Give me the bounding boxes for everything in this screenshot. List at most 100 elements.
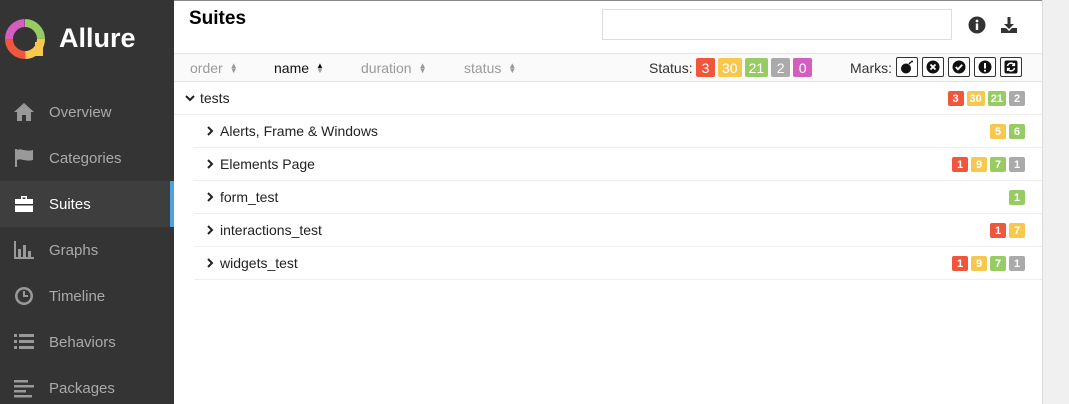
broken-count-badge: 5 bbox=[990, 124, 1006, 139]
list-icon bbox=[12, 332, 36, 352]
clock-icon bbox=[12, 286, 36, 306]
status-filter-label: Status: bbox=[649, 60, 693, 76]
sort-duration[interactable]: duration ▲ ▼ bbox=[361, 60, 427, 76]
sort-arrows-icon: ▲ ▼ bbox=[508, 61, 517, 75]
broken-count-badge: 30 bbox=[966, 91, 985, 106]
status-badges: 1 bbox=[1006, 190, 1025, 205]
new-broken-icon[interactable] bbox=[974, 57, 996, 77]
suites-tree: tests 3 30 21 2 Alerts, Frame & Windows … bbox=[174, 82, 1042, 280]
new-failed-icon[interactable] bbox=[922, 57, 944, 77]
sidebar-item-packages[interactable]: Packages bbox=[0, 365, 174, 404]
new-passed-icon[interactable] bbox=[948, 57, 970, 77]
home-icon bbox=[12, 102, 36, 122]
sidebar-item-label: Behaviors bbox=[49, 333, 116, 351]
bar-chart-icon bbox=[12, 240, 36, 260]
search-input[interactable] bbox=[602, 9, 952, 40]
tree-item-elements-page[interactable]: Elements Page 1 9 7 1 bbox=[194, 148, 1042, 181]
chevron-right-icon bbox=[204, 158, 216, 170]
sidebar: Allure Overview Categories Suites Graphs… bbox=[0, 0, 174, 404]
sidebar-item-overview[interactable]: Overview bbox=[0, 89, 174, 135]
skipped-count-badge: 1 bbox=[1009, 256, 1025, 271]
sort-order-label: order bbox=[190, 60, 223, 76]
failed-count-badge: 1 bbox=[990, 223, 1006, 238]
sidebar-item-label: Overview bbox=[49, 103, 112, 121]
tree-item-label: widgets_test bbox=[220, 255, 298, 271]
tree-item-label: Elements Page bbox=[220, 156, 315, 172]
passed-count-badge: 1 bbox=[1009, 190, 1025, 205]
failed-count-badge: 1 bbox=[952, 157, 968, 172]
sidebar-item-behaviors[interactable]: Behaviors bbox=[0, 319, 174, 365]
sort-name-label: name bbox=[274, 60, 310, 76]
sidebar-item-label: Packages bbox=[49, 379, 115, 397]
brand[interactable]: Allure bbox=[0, 0, 174, 77]
tree-item-interactions-test[interactable]: interactions_test 1 7 bbox=[194, 214, 1042, 247]
passed-count-badge: 7 bbox=[990, 157, 1006, 172]
chevron-down-icon bbox=[184, 92, 196, 104]
marks-filter bbox=[896, 57, 1026, 77]
passed-count-badge: 7 bbox=[990, 256, 1006, 271]
briefcase-icon bbox=[12, 194, 36, 214]
sort-status[interactable]: status ▲ ▼ bbox=[464, 60, 516, 76]
status-badges: 1 7 bbox=[987, 223, 1025, 238]
tree-item-label: form_test bbox=[220, 189, 279, 205]
download-icon[interactable] bbox=[999, 15, 1019, 35]
sidebar-item-label: Categories bbox=[49, 149, 122, 167]
sidebar-item-categories[interactable]: Categories bbox=[0, 135, 174, 181]
sidebar-item-suites[interactable]: Suites bbox=[0, 181, 174, 227]
chevron-right-icon bbox=[204, 125, 216, 137]
chevron-right-icon bbox=[204, 257, 216, 269]
sidebar-item-timeline[interactable]: Timeline bbox=[0, 273, 174, 319]
failed-count-badge: 1 bbox=[952, 256, 968, 271]
chevron-right-icon bbox=[204, 191, 216, 203]
status-filter-passed[interactable]: 21 bbox=[744, 58, 769, 77]
status-filter-broken[interactable]: 30 bbox=[718, 58, 742, 77]
flag-icon bbox=[12, 148, 36, 168]
sidebar-item-label: Timeline bbox=[49, 287, 106, 305]
tree-group-label: tests bbox=[200, 90, 230, 106]
skipped-count-badge: 2 bbox=[1009, 91, 1025, 106]
status-filter-skipped[interactable]: 2 bbox=[771, 58, 791, 77]
sort-bar: order ▲ ▼ name ▲ ▼ duration ▲ ▼ status ▲ ▼ S… bbox=[174, 53, 1042, 82]
tree-group-tests[interactable]: tests 3 30 21 2 bbox=[174, 82, 1042, 115]
sort-arrows-icon: ▲ ▼ bbox=[229, 61, 238, 75]
header: Suites bbox=[174, 1, 1042, 53]
passed-count-badge: 21 bbox=[987, 91, 1006, 106]
sidebar-item-label: Suites bbox=[49, 195, 91, 213]
info-icon[interactable] bbox=[967, 15, 987, 35]
flaky-bomb-icon[interactable] bbox=[896, 57, 918, 77]
sort-arrows-icon: ▲ ▼ bbox=[418, 61, 427, 75]
failed-count-badge: 3 bbox=[947, 91, 964, 106]
sort-order[interactable]: order ▲ ▼ bbox=[190, 60, 238, 76]
brand-name: Allure bbox=[59, 23, 136, 53]
tree-item-form-test[interactable]: form_test 1 bbox=[194, 181, 1042, 214]
status-filter-unknown[interactable]: 0 bbox=[793, 58, 813, 77]
tree-item-label: Alerts, Frame & Windows bbox=[220, 123, 378, 139]
status-badges: 1 9 7 1 bbox=[949, 256, 1025, 271]
tree-item-alerts-frame-windows[interactable]: Alerts, Frame & Windows 5 6 bbox=[194, 115, 1042, 148]
scrollbar-track[interactable] bbox=[1042, 0, 1069, 404]
main-panel: Suites order ▲ ▼ name ▲ ▼ duration ▲ ▼ stat… bbox=[174, 0, 1042, 404]
status-badges: 3 30 21 2 bbox=[945, 91, 1025, 106]
skipped-count-badge: 1 bbox=[1009, 157, 1025, 172]
status-filter-failed[interactable]: 3 bbox=[696, 58, 715, 77]
page-title: Suites bbox=[189, 8, 247, 29]
sort-duration-label: duration bbox=[361, 60, 412, 76]
align-left-icon bbox=[12, 378, 36, 398]
sort-status-label: status bbox=[464, 60, 502, 76]
allure-logo-icon bbox=[5, 18, 45, 59]
tree-item-label: interactions_test bbox=[220, 222, 322, 238]
status-badges: 1 9 7 1 bbox=[949, 157, 1025, 172]
retries-icon[interactable] bbox=[1000, 57, 1022, 77]
passed-count-badge: 6 bbox=[1009, 124, 1025, 139]
status-filter: 3 30 21 2 0 bbox=[696, 58, 815, 77]
broken-count-badge: 9 bbox=[971, 157, 987, 172]
marks-filter-label: Marks: bbox=[850, 60, 892, 76]
broken-count-badge: 7 bbox=[1009, 223, 1025, 238]
sidebar-nav: Overview Categories Suites Graphs Timeli… bbox=[0, 89, 174, 404]
sort-name[interactable]: name ▲ ▼ bbox=[274, 60, 324, 76]
tree-item-widgets-test[interactable]: widgets_test 1 9 7 1 bbox=[194, 247, 1042, 280]
sidebar-item-graphs[interactable]: Graphs bbox=[0, 227, 174, 273]
broken-count-badge: 9 bbox=[971, 256, 987, 271]
sidebar-item-label: Graphs bbox=[49, 241, 99, 259]
status-badges: 5 6 bbox=[987, 124, 1025, 139]
